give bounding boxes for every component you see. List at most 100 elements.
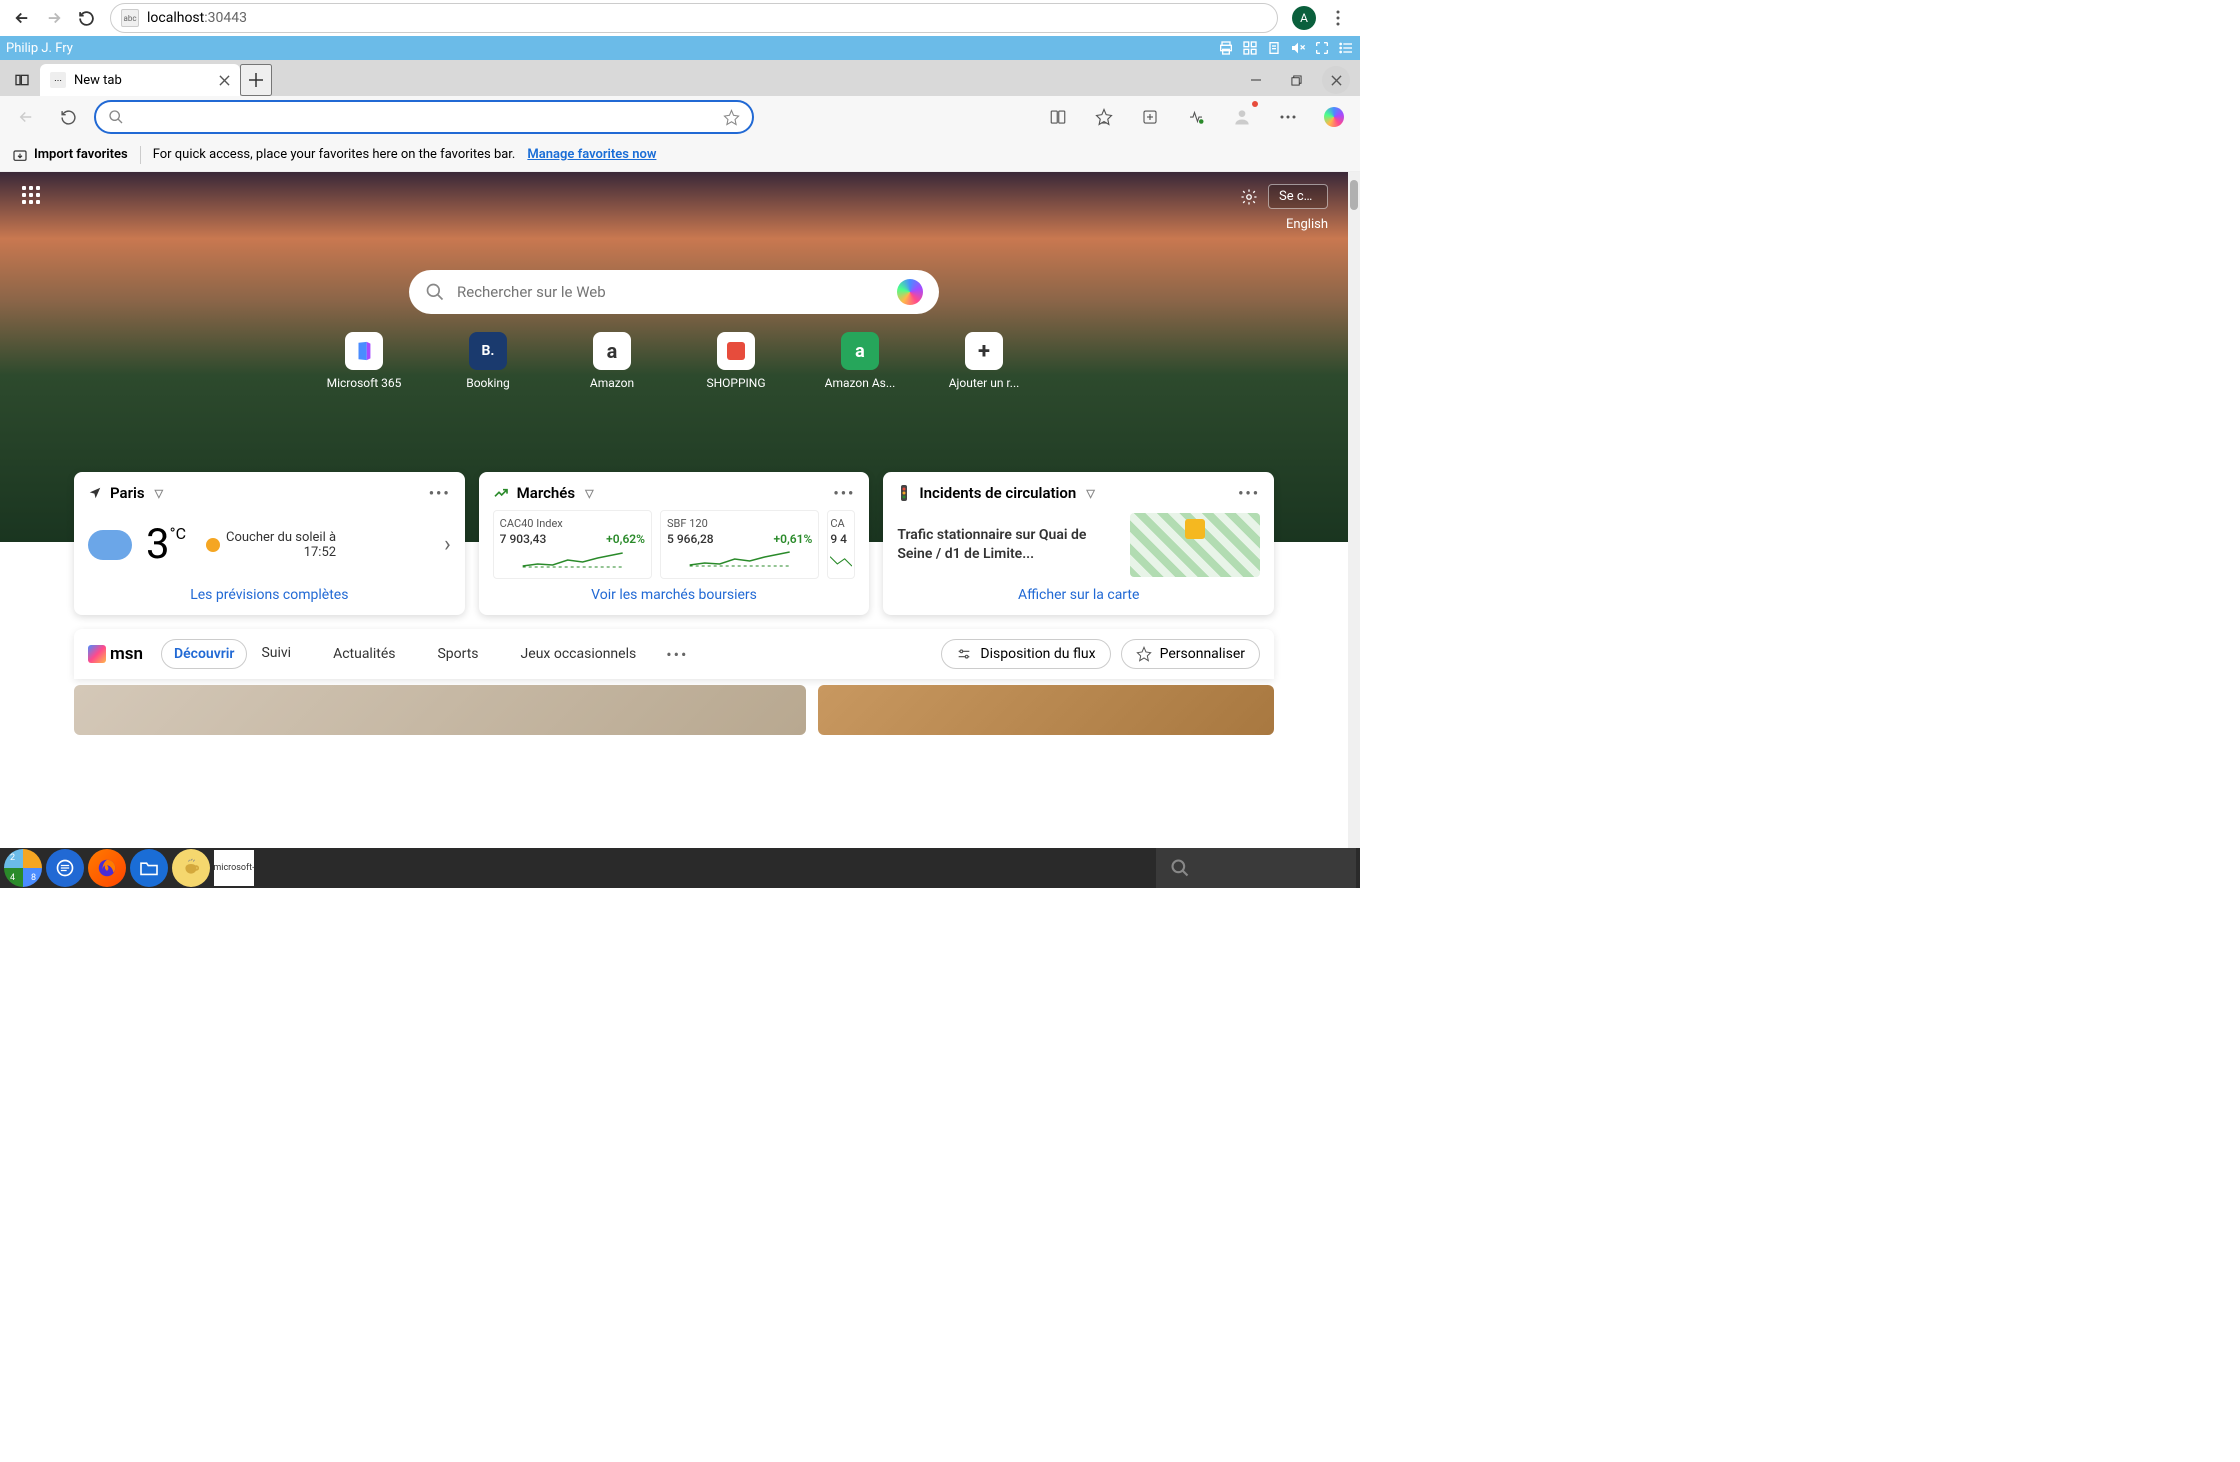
chevron-down-icon[interactable]: ▽ <box>585 487 593 500</box>
tab-favicon: ⋯ <box>50 72 66 88</box>
tab-close-button[interactable] <box>219 75 230 86</box>
edge-profile-button[interactable] <box>1226 101 1258 133</box>
ntp-search-input[interactable] <box>457 283 885 301</box>
tab-title: New tab <box>74 73 122 88</box>
card-more-icon[interactable]: ••• <box>429 484 451 502</box>
quicklink-booking[interactable]: B.Booking <box>448 332 528 390</box>
copilot-button[interactable] <box>1318 101 1350 133</box>
os-taskbar: 2 4 8 microsoft- <box>0 848 1360 888</box>
divider <box>140 146 141 164</box>
manage-favorites-link[interactable]: Manage favorites now <box>527 147 656 162</box>
import-favorites-label: Import favorites <box>34 147 128 162</box>
quicklink-amazon[interactable]: aAmazon <box>572 332 652 390</box>
taskbar-docs-icon[interactable] <box>46 849 84 887</box>
taskbar-workspaces-icon[interactable]: 2 4 8 <box>4 849 42 887</box>
health-icon[interactable] <box>1180 101 1212 133</box>
edge-back-button[interactable] <box>10 101 42 133</box>
favorites-bar: Import favorites For quick access, place… <box>0 138 1360 172</box>
chevron-right-icon[interactable]: › <box>444 532 451 557</box>
msn-tab-follow[interactable]: Suivi <box>249 639 303 669</box>
tab-actions-button[interactable] <box>4 64 40 96</box>
traffic-card[interactable]: Incidents de circulation ▽ ••• Trafic st… <box>883 472 1274 615</box>
taskbar-teapot-icon[interactable] <box>172 849 210 887</box>
search-icon <box>108 109 124 125</box>
feed-article-card[interactable] <box>818 685 1274 735</box>
chevron-down-icon[interactable]: ▽ <box>155 487 163 500</box>
taskbar-firefox-icon[interactable] <box>88 849 126 887</box>
msn-logo[interactable]: msn <box>88 644 143 664</box>
print-icon[interactable] <box>1218 40 1234 56</box>
info-cards-row: Paris ▽ ••• 3°C Coucher du soleil à17:52… <box>0 472 1348 615</box>
grid-icon[interactable] <box>1242 40 1258 56</box>
msn-tab-news[interactable]: Actualités <box>321 640 407 668</box>
maximize-button[interactable] <box>1276 64 1316 96</box>
market-item[interactable]: CAC40 Index 7 903,43+0,62% <box>493 510 652 579</box>
collections-icon[interactable] <box>1134 101 1166 133</box>
feed-article-card[interactable] <box>74 685 806 735</box>
chevron-down-icon[interactable]: ▽ <box>1086 487 1094 500</box>
minimize-button[interactable] <box>1236 64 1276 96</box>
msn-more-icon[interactable]: ••• <box>666 645 688 664</box>
fullscreen-icon[interactable] <box>1314 40 1330 56</box>
taskbar-search[interactable] <box>1156 848 1356 888</box>
back-button[interactable] <box>8 4 36 32</box>
personalize-button[interactable]: Personnaliser <box>1121 639 1260 669</box>
favorite-star-icon[interactable] <box>723 109 740 126</box>
forward-button[interactable] <box>40 4 68 32</box>
taskbar-files-icon[interactable] <box>130 849 168 887</box>
import-favorites-button[interactable]: Import favorites <box>12 147 128 163</box>
reload-button[interactable] <box>72 4 100 32</box>
search-icon <box>425 282 445 302</box>
language-button[interactable]: English <box>1286 217 1328 232</box>
msn-tab-discover[interactable]: Découvrir <box>161 639 247 669</box>
quicklink-m365[interactable]: Microsoft 365 <box>324 332 404 390</box>
sunset-label: Coucher du soleil à <box>226 530 336 545</box>
quicklink-shopping[interactable]: SHOPPING <box>696 332 776 390</box>
taskbar-edge-label[interactable]: microsoft- <box>214 850 254 886</box>
outer-url-bar[interactable]: abc localhost:30443 <box>110 3 1278 33</box>
edge-address-bar[interactable] <box>94 100 754 134</box>
quicklink-amazonas[interactable]: aAmazon As... <box>820 332 900 390</box>
msn-tab-sports[interactable]: Sports <box>425 640 490 668</box>
signin-button[interactable]: Se co... <box>1268 184 1328 209</box>
weather-card[interactable]: Paris ▽ ••• 3°C Coucher du soleil à17:52… <box>74 472 465 615</box>
page-settings-icon[interactable] <box>1240 188 1258 206</box>
favorites-icon[interactable] <box>1088 101 1120 133</box>
market-item[interactable]: SBF 120 5 966,28+0,61% <box>660 510 819 579</box>
edge-reload-button[interactable] <box>52 101 84 133</box>
clipboard-icon[interactable] <box>1266 40 1282 56</box>
weather-footer-link[interactable]: Les prévisions complètes <box>88 587 451 603</box>
scrollbar-thumb[interactable] <box>1350 180 1358 210</box>
sunset-icon <box>206 538 220 552</box>
edge-url-input[interactable] <box>134 109 713 125</box>
mute-icon[interactable] <box>1290 40 1306 56</box>
map-pin-icon <box>1185 519 1205 539</box>
close-window-button[interactable] <box>1322 66 1350 94</box>
msn-tab-games[interactable]: Jeux occasionnels <box>509 640 649 668</box>
outer-profile-avatar[interactable]: A <box>1292 6 1316 30</box>
map-thumbnail[interactable] <box>1130 513 1260 577</box>
ntp-search-box[interactable] <box>409 270 939 314</box>
browser-tab[interactable]: ⋯ New tab <box>40 64 240 96</box>
location-icon <box>88 486 102 500</box>
window-titlebar: Philip J. Fry <box>0 36 1360 60</box>
apps-launcher-icon[interactable] <box>20 184 42 206</box>
edge-menu-button[interactable] <box>1272 101 1304 133</box>
markets-card[interactable]: Marchés ▽ ••• CAC40 Index 7 903,43+0,62%… <box>479 472 870 615</box>
card-more-icon[interactable]: ••• <box>833 484 855 502</box>
markets-footer-link[interactable]: Voir les marchés boursiers <box>493 587 856 603</box>
outer-menu-button[interactable] <box>1324 4 1352 32</box>
quick-links: Microsoft 365 B.Booking aAmazon SHOPPING… <box>20 332 1328 390</box>
feed-layout-button[interactable]: Disposition du flux <box>941 639 1110 669</box>
split-screen-icon[interactable] <box>1042 101 1074 133</box>
msn-nav-bar: msn Découvrir Suivi Actualités Sports Je… <box>74 629 1274 679</box>
list-icon[interactable] <box>1338 40 1354 56</box>
card-more-icon[interactable]: ••• <box>1238 484 1260 502</box>
copilot-search-icon[interactable] <box>897 279 923 305</box>
new-tab-button[interactable] <box>240 64 272 96</box>
market-item[interactable]: CA 9 4 <box>827 510 855 579</box>
site-info-icon[interactable]: abc <box>121 9 139 27</box>
traffic-footer-link[interactable]: Afficher sur la carte <box>897 587 1260 603</box>
quicklink-add[interactable]: +Ajouter un r... <box>944 332 1024 390</box>
vertical-scrollbar[interactable] <box>1348 172 1360 848</box>
